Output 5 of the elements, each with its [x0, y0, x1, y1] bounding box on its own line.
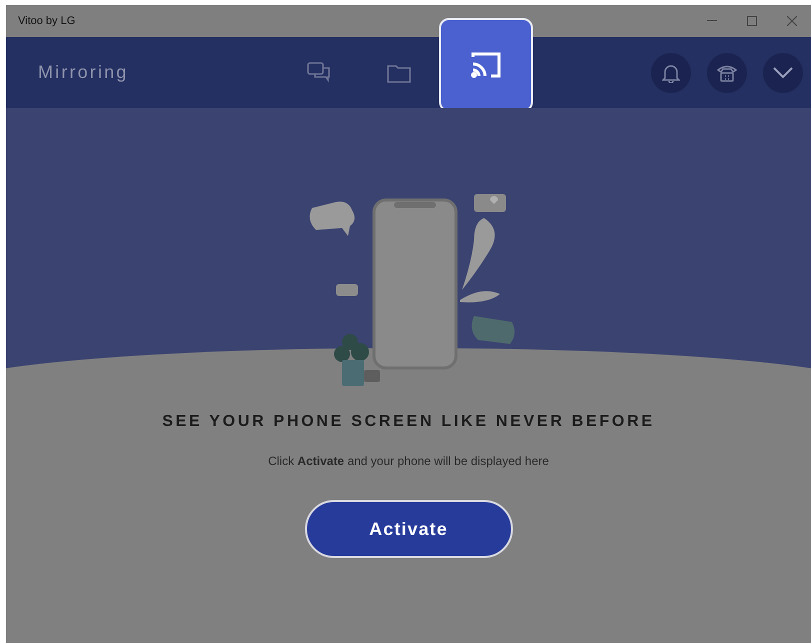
window-title: Vitoo by LG: [18, 14, 76, 29]
headline: SEE YOUR PHONE SCREEN LIKE NEVER BEFORE: [162, 412, 655, 432]
activate-button[interactable]: Activate: [304, 500, 512, 558]
page-title: Mirroring: [38, 61, 130, 84]
instruction-text: Click Activate and your phone will be displayed here: [268, 453, 549, 470]
